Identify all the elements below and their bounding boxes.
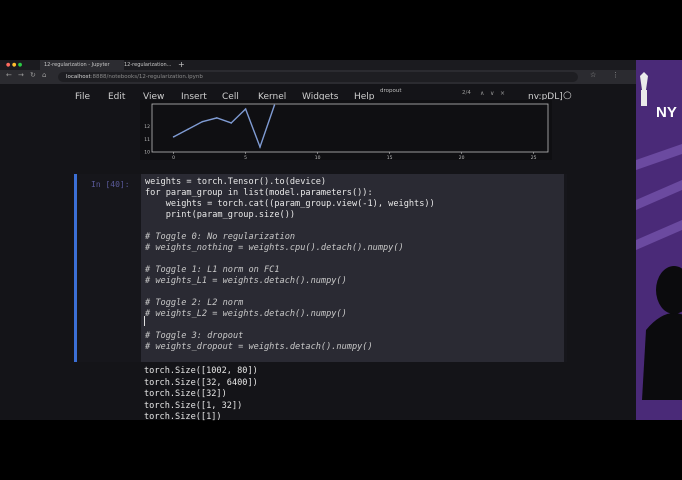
loss-data-point (187, 128, 189, 131)
back-icon[interactable]: ← (6, 71, 12, 79)
x-tick-label: 0 (172, 155, 175, 160)
presenter-silhouette (642, 266, 682, 400)
code-comment-line: # weights_nothing = weights.cpu().detach… (145, 243, 404, 253)
jupyter-notebook: File Edit View Insert Cell Kernel Widget… (0, 84, 636, 422)
output-line: torch.Size([1, 32]) (144, 400, 243, 411)
x-tick-label: 5 (244, 155, 247, 160)
code-comment-line: # weights_dropout = weights.detach().num… (145, 342, 373, 352)
search-match-counter: 2/4 (462, 90, 471, 96)
search-close-icon[interactable]: × (500, 90, 505, 97)
menu-edit[interactable]: Edit (108, 92, 125, 102)
x-tick-label: 20 (459, 155, 465, 160)
text-cursor (144, 316, 145, 326)
url-path: :8888/notebooks/12-regularization.ipynb (90, 74, 203, 80)
nyu-torch-logo (640, 72, 648, 106)
loss-data-point (273, 104, 276, 107)
plot-frame (151, 103, 549, 153)
code-line: for param_group in list(model.parameters… (145, 188, 373, 198)
y-tick-label: 11 (144, 137, 150, 143)
nyu-logo-text: NY (656, 104, 677, 121)
new-tab-button[interactable]: + (174, 60, 189, 70)
y-tick-label: 12 (144, 124, 150, 130)
browser-address-bar: ← → ↻ ⌂ localhost:8888/notebooks/12-regu… (0, 70, 636, 84)
browser-tab-label: 12-regularization... (124, 62, 172, 68)
code-comment-line: # Toggle 0: No regularization (145, 232, 296, 242)
loss-data-point (201, 120, 204, 123)
search-hint-text: dropout (380, 88, 402, 94)
x-tick-label: 25 (531, 155, 537, 160)
y-tick-label: 10 (144, 150, 150, 156)
browser-tab-strip: ● ● ● 12-regularization - Jupyter Notebo… (0, 60, 636, 78)
search-up-icon[interactable]: ∧ (480, 90, 484, 97)
code-comment-line: # Toggle 1: L1 norm on FC1 (145, 265, 280, 275)
code-comment-line: # weights_L1 = weights.detach().numpy() (145, 276, 347, 286)
code-comment-line: # Toggle 3: dropout (145, 331, 244, 341)
code-cell-selected[interactable]: In [40]: weights = torch.Tensor().to(dev… (74, 174, 567, 362)
x-tick-label: 15 (387, 155, 393, 160)
loss-data-point (244, 108, 247, 110)
browser-tab[interactable]: 12-regularization... (120, 60, 178, 70)
code-comment-line: # weights_L2 = weights.detach().numpy() (145, 309, 347, 319)
cell-prompt: In [40]: (91, 180, 130, 189)
forward-icon[interactable]: → (18, 71, 24, 79)
background-stripes (636, 144, 682, 250)
loss-data-point (259, 146, 261, 148)
x-tick-label: 10 (315, 155, 321, 160)
loss-series-line (173, 105, 276, 150)
loss-line-chart: 0 5 10 15 20 25 12 11 10 (144, 103, 549, 161)
code-line: print(param_group.size()) (145, 210, 296, 220)
bookmark-star-icon[interactable]: ☆ (590, 71, 596, 79)
url-input[interactable]: localhost:8888/notebooks/12-regularizati… (58, 72, 578, 82)
loss-data-point (230, 122, 232, 124)
output-line: torch.Size([1002, 80]) (144, 366, 258, 376)
output-line: torch.Size([32, 6400]) (144, 377, 258, 388)
window-controls: ● ● ● (6, 62, 23, 68)
home-icon[interactable]: ⌂ (42, 71, 46, 79)
code-line: weights = torch.cat((param_group.view(-1… (145, 199, 435, 209)
reload-icon[interactable]: ↻ (30, 71, 36, 79)
browser-tab-active[interactable]: 12-regularization - Jupyter Notebook (40, 60, 124, 78)
loss-data-point (172, 136, 175, 138)
menu-file[interactable]: File (75, 92, 90, 102)
code-line: weights = torch.Tensor().to(device) (145, 177, 327, 187)
presenter-video-panel: NY (636, 60, 682, 420)
url-host: localhost (66, 74, 91, 80)
loss-data-point (216, 117, 218, 119)
code-comment-line: # Toggle 2: L2 norm (145, 298, 244, 308)
browser-menu-icon[interactable]: ⋮ (612, 71, 619, 79)
output-line: torch.Size([32]) (144, 389, 227, 399)
output-line: torch.Size([1]) (144, 412, 222, 422)
plot-output: 0 5 10 15 20 25 12 11 10 (140, 100, 552, 161)
code-editor[interactable]: weights = torch.Tensor().to(device) for p… (141, 174, 564, 362)
kernel-status-icon: ○ (563, 90, 572, 101)
search-down-icon[interactable]: ∨ (490, 90, 494, 97)
